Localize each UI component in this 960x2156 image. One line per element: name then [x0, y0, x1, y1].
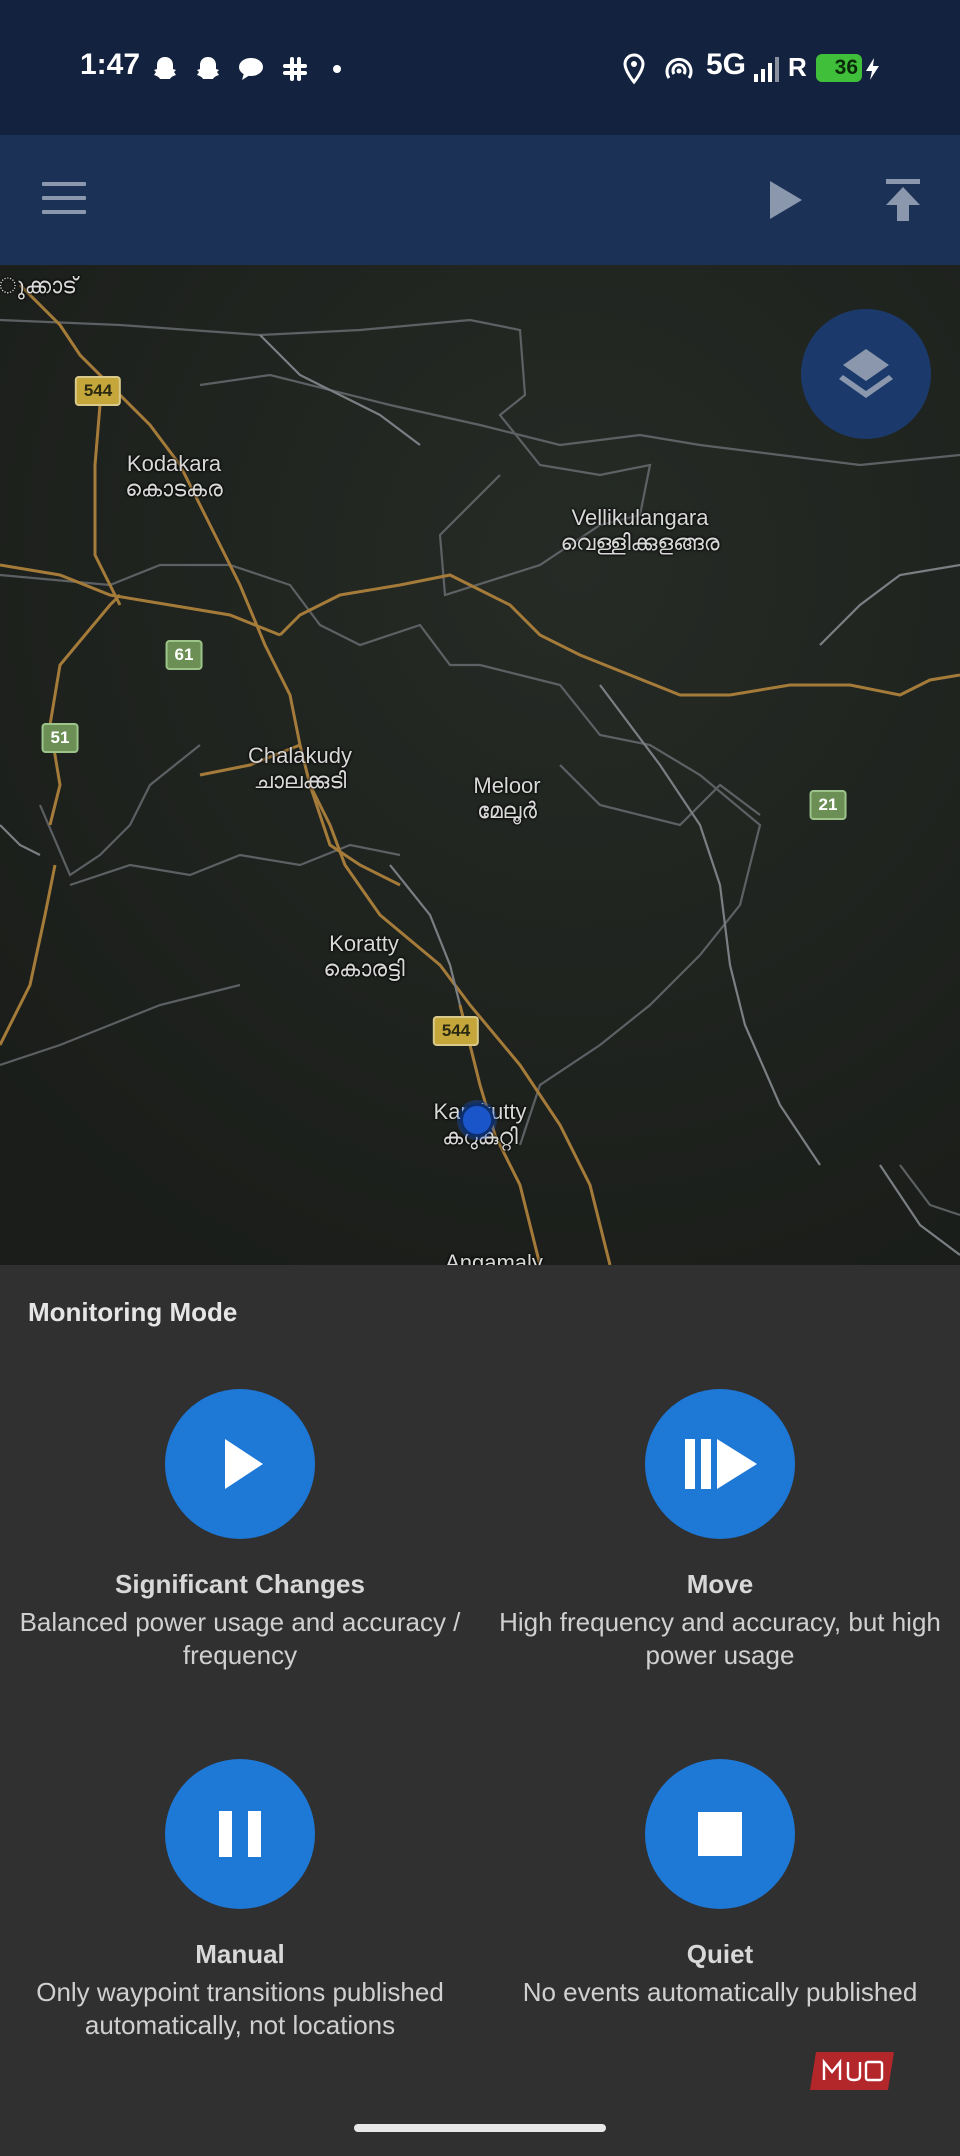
mode-manual[interactable]: Manual Only waypoint transitions publish… [0, 1759, 480, 2042]
location-icon [623, 53, 645, 85]
status-time: 1:47 [80, 48, 141, 81]
highway-shield: 61 [165, 640, 203, 670]
publish-icon[interactable] [882, 177, 924, 223]
place-label-vellikulangara: Vellikulangara വെള്ളിക്കുളങ്ങര [560, 505, 720, 555]
pause-icon [219, 1811, 261, 1857]
toolbar [0, 135, 960, 265]
fast-forward-icon [685, 1439, 757, 1489]
mode-significant-changes[interactable]: Significant Changes Balanced power usage… [0, 1389, 480, 1672]
play-icon[interactable] [764, 177, 806, 223]
mode-move[interactable]: Move High frequency and accuracy, but hi… [480, 1389, 960, 1672]
mode-description: Only waypoint transitions published auto… [36, 1977, 444, 2040]
battery-icon: 36 [816, 54, 862, 82]
play-icon [225, 1439, 263, 1489]
mode-title: Quiet [686, 1939, 754, 1969]
mode-description: No events automatically published [522, 1977, 918, 2007]
quiet-button[interactable] [645, 1759, 795, 1909]
manual-button[interactable] [165, 1759, 315, 1909]
menu-icon[interactable] [40, 178, 88, 218]
monitoring-mode-sheet: Monitoring Mode Significant Changes Bala… [0, 1265, 960, 2156]
hotspot-icon [665, 57, 693, 79]
layers-icon [839, 349, 893, 398]
place-label-koratty: Koratty കൊരട്ടി [323, 931, 405, 981]
mode-title: Significant Changes [115, 1569, 365, 1599]
slack-icon [283, 57, 307, 81]
dot-icon [333, 65, 341, 73]
map-view[interactable]: ുക്കാട് Kodakara കൊടകര Vellikulangara വെള്… [0, 265, 960, 1265]
mode-title: Manual [195, 1939, 285, 1969]
snapchat-icon [154, 57, 176, 79]
place-label: ുക്കാട് [0, 273, 78, 298]
charging-icon [866, 58, 879, 80]
stop-icon [698, 1812, 742, 1856]
home-indicator[interactable] [354, 2124, 606, 2132]
significant-changes-button[interactable] [165, 1389, 315, 1539]
place-label-angamaly: Angamaly [445, 1250, 543, 1265]
mode-title: Move [686, 1569, 754, 1599]
current-location-marker [460, 1103, 494, 1137]
highway-shield: 544 [432, 1016, 480, 1046]
battery-level: 36 [834, 56, 858, 79]
sheet-title: Monitoring Mode [28, 1297, 238, 1327]
move-button[interactable] [645, 1389, 795, 1539]
snapchat-icon [197, 57, 219, 79]
mode-description: High frequency and accuracy, but high po… [499, 1607, 941, 1670]
highway-shield: 51 [41, 723, 79, 753]
place-label-kodakara: Kodakara കൊടകര [125, 451, 223, 501]
muo-watermark-logo [808, 2050, 896, 2092]
place-label-chalakudy: Chalakudy ചാലക്കുടി [248, 743, 352, 793]
mode-description: Balanced power usage and accuracy / freq… [19, 1607, 461, 1670]
layers-button[interactable] [801, 309, 931, 439]
chat-icon [239, 58, 263, 80]
highway-shield: 544 [74, 376, 122, 406]
mode-quiet[interactable]: Quiet No events automatically published [480, 1759, 960, 2009]
signal-icon [754, 57, 779, 82]
highway-shield: 21 [809, 790, 847, 820]
place-label-meloor: Meloor മേലൂർ [473, 773, 541, 823]
network-type: 5G [706, 48, 747, 81]
roaming-indicator: R [788, 52, 807, 82]
status-bar: 1:47 5G R 36 [0, 0, 960, 135]
